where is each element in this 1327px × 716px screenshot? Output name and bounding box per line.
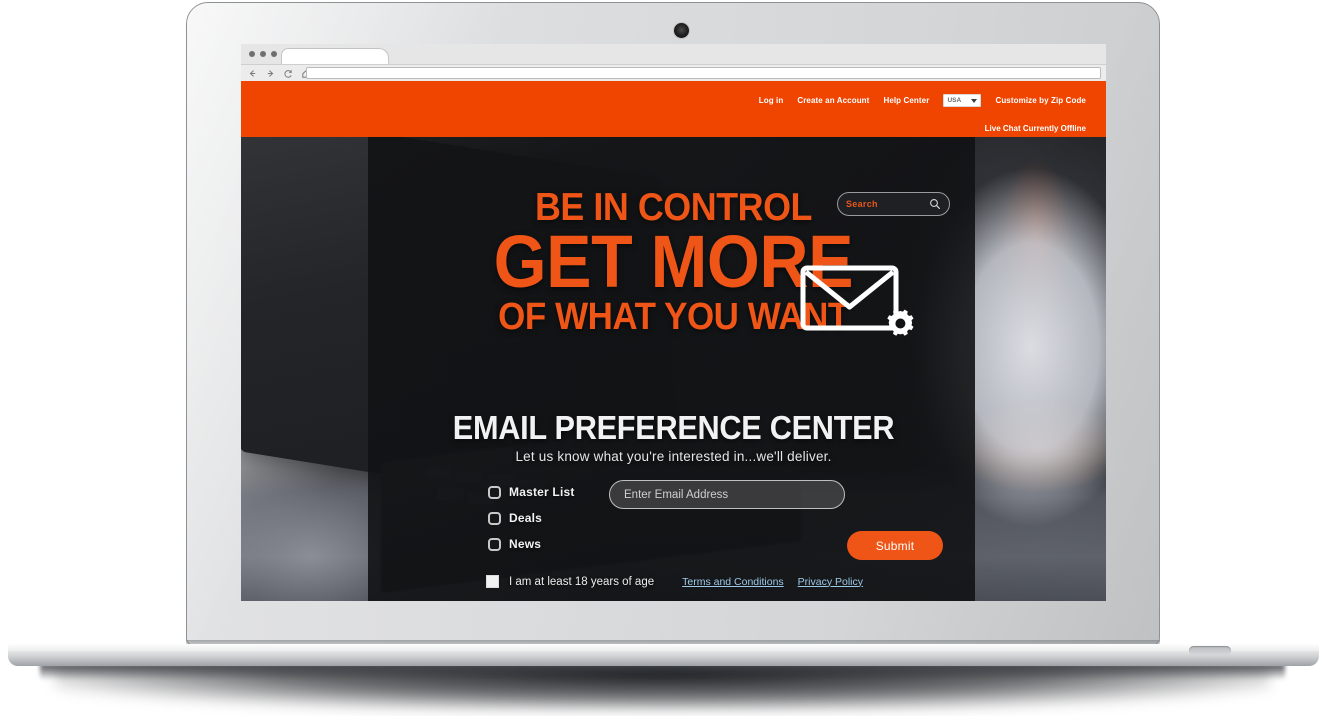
link-privacy-policy[interactable]: Privacy Policy	[798, 576, 863, 588]
browser-toolbar	[241, 64, 1106, 82]
headline-line-3: OF WHAT YOU WANT	[498, 296, 849, 339]
arrow-left-icon[interactable]	[245, 67, 259, 80]
email-field[interactable]	[609, 480, 845, 509]
utility-nav: Log in Create an Account Help Center USA…	[759, 94, 1086, 107]
page-title: EMAIL PREFERENCE CENTER	[452, 409, 895, 446]
window-control-dot[interactable]	[260, 51, 266, 57]
webcam-icon	[674, 23, 689, 38]
laptop-mockup: Log in Create an Account Help Center USA…	[0, 0, 1327, 716]
country-select-value: USA	[947, 97, 962, 104]
nav-link-customize-zip[interactable]: Customize by Zip Code	[995, 96, 1086, 105]
age-consent-row: I am at least 18 years of age Terms and …	[486, 575, 863, 588]
preference-row-master-list[interactable]: Master List	[488, 479, 603, 505]
chevron-down-icon	[971, 98, 978, 103]
laptop-base	[8, 644, 1319, 666]
site-header: Log in Create an Account Help Center USA…	[241, 81, 1106, 137]
age-consent-label: I am at least 18 years of age	[509, 575, 655, 588]
browser-tabstrip	[241, 44, 1106, 66]
preference-label: Master List	[509, 485, 575, 499]
nav-link-help-center[interactable]: Help Center	[883, 96, 929, 105]
hero-content: Search BE IN CONTROL GET MORE OF WHAT YO…	[241, 137, 1106, 601]
live-chat-status: Live Chat Currently Offline	[984, 124, 1086, 133]
browser-chrome	[241, 44, 1106, 82]
reload-icon[interactable]	[281, 67, 295, 80]
link-terms-and-conditions[interactable]: Terms and Conditions	[682, 576, 784, 588]
hero-headline: BE IN CONTROL GET MORE OF WHAT YOU WANT	[241, 188, 1106, 339]
preference-label: News	[509, 537, 542, 551]
nav-link-login[interactable]: Log in	[759, 96, 784, 105]
country-select[interactable]: USA	[943, 94, 982, 107]
base-foot-shadow	[40, 664, 1285, 680]
preference-label: Deals	[509, 511, 543, 525]
checkbox-deals[interactable]	[488, 511, 501, 525]
submit-button[interactable]: Submit	[847, 531, 943, 560]
arrow-right-icon[interactable]	[263, 67, 277, 80]
url-input[interactable]	[306, 67, 1101, 79]
window-control-dot[interactable]	[249, 51, 255, 57]
screen-viewport: Log in Create an Account Help Center USA…	[241, 44, 1106, 601]
preference-row-news[interactable]: News	[488, 531, 603, 557]
checkbox-master-list[interactable]	[488, 485, 501, 499]
window-controls[interactable]	[249, 51, 277, 57]
nav-link-create-account[interactable]: Create an Account	[797, 96, 869, 105]
hero-section: Search BE IN CONTROL GET MORE OF WHAT YO…	[241, 137, 1106, 601]
envelope-gear-icon	[800, 265, 914, 336]
checkbox-news[interactable]	[488, 537, 501, 551]
checkbox-age-consent[interactable]	[486, 575, 499, 588]
base-top-highlight	[8, 644, 1319, 651]
browser-tab[interactable]	[280, 48, 390, 66]
window-control-dot[interactable]	[271, 51, 277, 57]
preference-list: Master List Deals News	[488, 479, 603, 557]
preference-row-deals[interactable]: Deals	[488, 505, 603, 531]
base-notch	[1189, 646, 1231, 655]
page-subtitle: Let us know what you're interested in...…	[515, 449, 832, 464]
preference-form: Master List Deals News Submit	[488, 479, 943, 560]
